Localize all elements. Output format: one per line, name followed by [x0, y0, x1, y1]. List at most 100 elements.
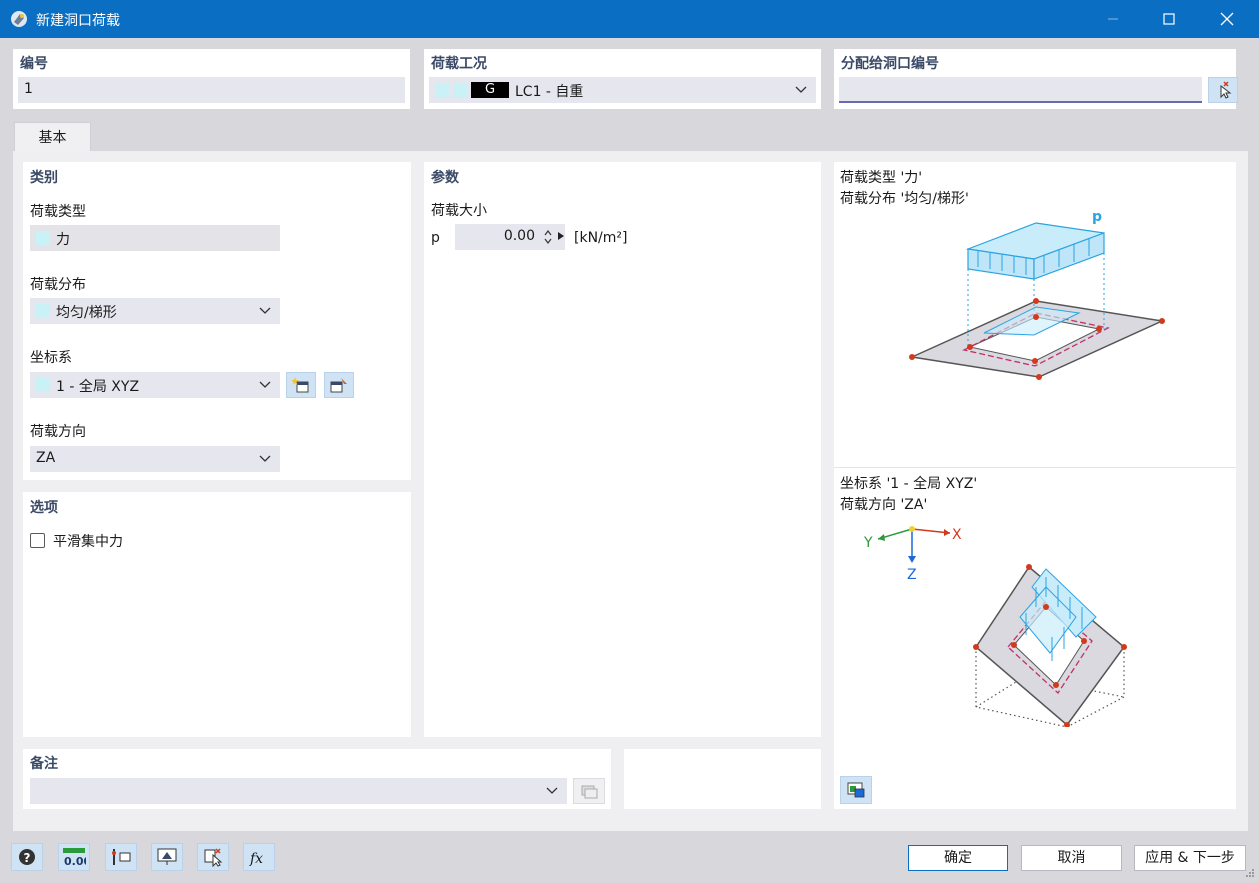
direction-label: 荷载方向 — [30, 424, 86, 440]
cancel-button[interactable]: 取消 — [1021, 845, 1122, 871]
number-value: 1 — [24, 81, 33, 97]
chevron-down-icon — [546, 787, 558, 794]
number-label: 编号 — [20, 56, 48, 72]
minimize-icon — [1108, 18, 1118, 20]
select-objects-button[interactable] — [197, 843, 229, 871]
number-panel: 编号 1 — [13, 49, 410, 109]
axis-y-label: Y — [863, 535, 873, 551]
coord-select[interactable]: 1 - 全局 XYZ — [30, 372, 280, 398]
edit-coord-system-button[interactable] — [324, 372, 354, 398]
category-title: 类别 — [30, 170, 58, 186]
assign-panel: 分配给洞口编号 — [834, 49, 1238, 109]
load-case-panel: 荷载工况 G LC1 - 自重 — [424, 49, 821, 109]
comment-title: 备注 — [30, 756, 58, 772]
load-case-swatch-1 — [435, 83, 449, 97]
load-case-swatch-2 — [453, 83, 467, 97]
load-p-label: p — [1092, 209, 1102, 225]
library-icon — [581, 785, 598, 799]
select-cursor-icon — [204, 848, 223, 867]
axis-x-label: X — [952, 527, 962, 543]
load-type-swatch — [36, 231, 50, 245]
preview-coord-line: 坐标系 '1 - 全局 XYZ' — [840, 476, 978, 492]
options-panel: 选项 平滑集中力 — [23, 492, 411, 737]
display-properties-button[interactable] — [105, 843, 137, 871]
display-properties-icon — [112, 849, 131, 865]
chevron-down-icon — [259, 307, 271, 314]
minimize-button[interactable] — [1090, 0, 1136, 38]
load-case-value: LC1 - 自重 — [515, 84, 584, 100]
options-title: 选项 — [30, 500, 58, 516]
preview-load-type-line: 荷载类型 '力' — [840, 170, 923, 186]
pick-opening-button[interactable] — [1208, 77, 1238, 103]
pick-cursor-icon — [1220, 81, 1232, 99]
help-icon: ? — [19, 849, 35, 865]
load-case-badge: G — [471, 82, 509, 98]
p-symbol: p — [431, 230, 440, 246]
window-title: 新建洞口荷载 — [36, 13, 120, 29]
preview-options-button[interactable] — [840, 776, 872, 804]
close-button[interactable] — [1204, 0, 1250, 38]
help-button[interactable]: ? — [11, 843, 43, 871]
p-unit: [kN/m²] — [574, 230, 628, 246]
distribution-label: 荷载分布 — [30, 277, 86, 293]
direction-value: ZA — [36, 450, 56, 466]
svg-text:?: ? — [24, 851, 31, 865]
maximize-icon — [1163, 13, 1175, 25]
spinner-icon[interactable] — [543, 228, 553, 246]
axis-z-label: Z — [907, 567, 917, 582]
preview-divider — [834, 467, 1236, 468]
new-coord-system-button[interactable] — [286, 372, 316, 398]
load-case-label: 荷载工况 — [431, 56, 487, 72]
chevron-down-icon — [259, 381, 271, 388]
load-type-label: 荷载类型 — [30, 204, 86, 220]
empty-panel — [624, 749, 821, 809]
assign-label: 分配给洞口编号 — [841, 56, 939, 72]
svg-text:fx: fx — [249, 851, 263, 867]
ok-button[interactable]: 确定 — [908, 845, 1008, 871]
apply-next-button[interactable]: 应用 & 下一步 — [1134, 845, 1246, 871]
assign-input[interactable] — [839, 77, 1202, 103]
distribution-select[interactable]: 均匀/梯形 — [30, 298, 280, 324]
formula-button[interactable]: fx — [243, 843, 275, 871]
number-input[interactable]: 1 — [18, 77, 405, 103]
comment-select[interactable] — [30, 778, 567, 804]
dialog-body: 编号 1 荷载工况 G LC1 - 自重 分配给洞口编号 基本 类别 荷载类型 … — [1, 38, 1258, 882]
parameters-panel: 参数 荷载大小 p 0.00 [kN/m²] — [424, 162, 821, 737]
edit-coordinate-system-icon — [330, 378, 347, 393]
distribution-value: 均匀/梯形 — [56, 305, 117, 321]
smooth-concentrated-checkbox[interactable] — [30, 533, 45, 548]
p-value: 0.00 — [503, 228, 535, 244]
load-distribution-illustration: p — [909, 209, 1165, 380]
monitor-view-icon — [157, 848, 177, 865]
coord-value: 1 - 全局 XYZ — [56, 379, 140, 395]
p-value-input[interactable]: 0.00 — [455, 224, 565, 250]
view-button[interactable] — [151, 843, 183, 871]
maximize-button[interactable] — [1146, 0, 1192, 38]
coord-label: 坐标系 — [30, 350, 72, 366]
title-bar: 新建洞口荷载 — [0, 0, 1259, 38]
load-case-select[interactable]: G LC1 - 自重 — [429, 77, 816, 103]
chevron-down-icon — [795, 86, 807, 93]
comment-panel: 备注 — [23, 749, 611, 809]
preview-distribution-line: 荷载分布 '均匀/梯形' — [840, 191, 969, 207]
parameters-title: 参数 — [431, 170, 459, 186]
units-button[interactable]: 0.00 — [58, 843, 90, 871]
svg-text:0.00: 0.00 — [64, 855, 86, 867]
magnitude-label: 荷载大小 — [431, 203, 487, 219]
smooth-concentrated-label: 平滑集中力 — [53, 534, 123, 550]
app-icon — [11, 11, 27, 27]
category-panel: 类别 荷载类型 力 荷载分布 均匀/梯形 坐标系 1 - 全局 XYZ 荷载方向… — [23, 162, 411, 480]
new-coordinate-system-icon — [291, 377, 309, 393]
load-direction-illustration — [973, 564, 1127, 727]
distribution-swatch — [36, 304, 50, 318]
play-arrow-icon[interactable] — [557, 231, 565, 241]
chevron-down-icon — [259, 455, 271, 462]
preview-direction-line: 荷载方向 'ZA' — [840, 497, 928, 513]
coord-swatch — [36, 378, 50, 392]
close-icon — [1220, 12, 1234, 26]
comment-library-button[interactable] — [573, 778, 605, 804]
resize-grip-icon[interactable] — [1245, 868, 1255, 878]
direction-select[interactable]: ZA — [30, 446, 280, 472]
tab-basic[interactable]: 基本 — [14, 122, 91, 152]
decimal-places-icon: 0.00 — [63, 848, 86, 867]
